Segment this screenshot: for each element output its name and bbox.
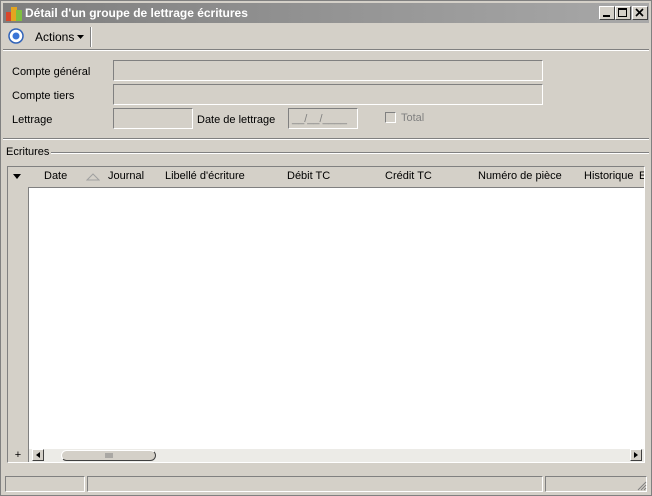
maximize-button[interactable] [615, 6, 631, 20]
compte-tiers-field[interactable] [113, 84, 543, 105]
column-header-numero-piece[interactable]: Numéro de pièce [478, 170, 562, 182]
ecritures-groupbox-line [6, 152, 649, 154]
scroll-right-button[interactable] [630, 449, 642, 461]
close-button[interactable] [632, 6, 648, 20]
column-header-libelle[interactable]: Libellé d'écriture [165, 170, 245, 182]
scrollbar-thumb[interactable] [61, 450, 156, 461]
add-row-button[interactable]: + [8, 449, 28, 462]
minimize-button[interactable] [599, 6, 615, 20]
date-lettrage-field[interactable]: __/__/____ [288, 108, 358, 129]
main-window: Détail d'un groupe de lettrage écritures… [0, 0, 652, 496]
row-selector-column [8, 187, 29, 462]
toolbar-separator [90, 27, 91, 47]
scroll-left-button[interactable] [32, 449, 44, 461]
divider [3, 138, 649, 140]
title-bar[interactable]: Détail d'un groupe de lettrage écritures [3, 3, 649, 23]
status-bar [3, 475, 649, 493]
column-header-journal[interactable]: Journal [108, 170, 144, 182]
column-chooser-icon[interactable] [12, 172, 24, 182]
app-logo-icon [6, 6, 22, 22]
toolbar: Actions [3, 25, 649, 49]
status-panel [87, 476, 543, 492]
ecritures-grid[interactable]: Date Journal Libellé d'écriture Débit TC… [7, 166, 645, 463]
resize-grip-icon[interactable] [635, 479, 647, 491]
grid-header: Date Journal Libellé d'écriture Débit TC… [8, 167, 644, 188]
close-icon [635, 8, 644, 17]
ecritures-section-label: Ecritures [6, 146, 52, 158]
compte-general-label: Compte général [12, 66, 91, 78]
column-header-historique[interactable]: Historique [584, 170, 634, 182]
compte-tiers-label: Compte tiers [12, 90, 75, 102]
total-label: Total [401, 112, 425, 124]
compte-general-field[interactable] [113, 60, 543, 81]
column-header-credit[interactable]: Crédit TC [385, 170, 432, 182]
window-title: Détail d'un groupe de lettrage écritures [25, 6, 248, 20]
status-panel [5, 476, 85, 492]
column-header-date[interactable]: Date [44, 170, 67, 182]
sort-ascending-icon [86, 173, 100, 181]
maximize-icon [618, 8, 627, 17]
lettrage-label: Lettrage [12, 114, 53, 126]
minimize-icon [603, 15, 610, 17]
lettrage-field[interactable] [113, 108, 193, 129]
arrow-left-icon [36, 452, 40, 458]
divider [3, 49, 649, 51]
column-header-truncated[interactable]: E [639, 170, 644, 182]
date-lettrage-label: Date de lettrage [197, 114, 276, 126]
status-panel [545, 476, 647, 492]
record-icon[interactable] [8, 28, 24, 44]
grip-icon [105, 453, 113, 458]
arrow-right-icon [634, 452, 638, 458]
total-checkbox[interactable] [385, 112, 396, 123]
chevron-down-icon [77, 35, 85, 39]
actions-menu-button[interactable]: Actions [31, 27, 89, 47]
horizontal-scrollbar[interactable] [29, 449, 644, 462]
actions-label: Actions [35, 30, 75, 44]
column-header-debit[interactable]: Débit TC [287, 170, 330, 182]
